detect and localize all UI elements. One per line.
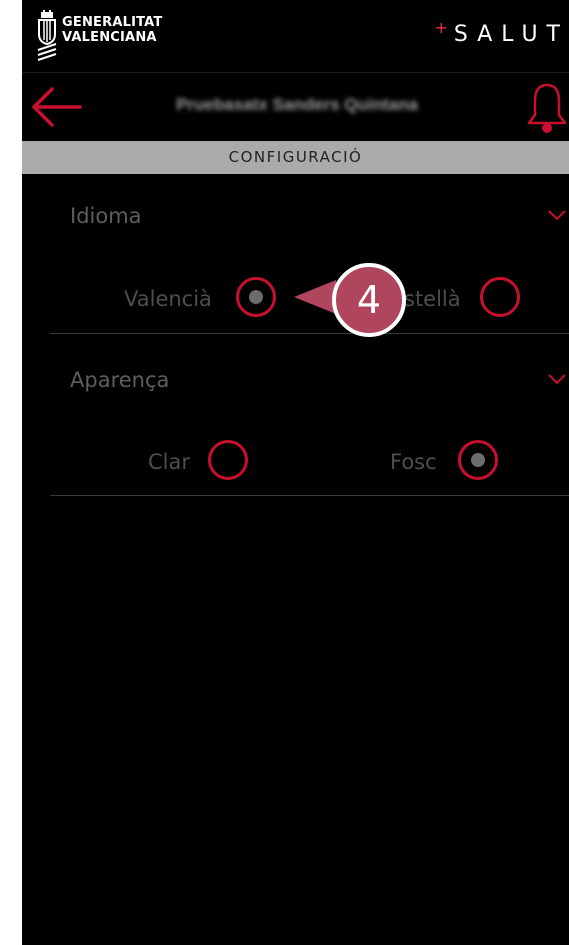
radio-button-selected[interactable] xyxy=(458,440,498,480)
radio-button[interactable] xyxy=(480,277,520,317)
radio-option-spanish[interactable]: stellà xyxy=(402,277,552,325)
bell-icon xyxy=(527,83,567,133)
option-label: stellà xyxy=(404,287,461,311)
app-logo-plus: + xyxy=(434,18,448,37)
step-callout: 4 xyxy=(294,250,406,350)
radio-selected-dot xyxy=(249,290,263,304)
gva-coat-of-arms-icon xyxy=(37,10,57,61)
org-name-line1: GENERALITAT xyxy=(62,15,163,30)
back-button[interactable] xyxy=(28,83,84,131)
radio-selected-dot xyxy=(471,453,485,467)
appearance-title: Aparença xyxy=(70,368,170,392)
language-title: Idioma xyxy=(70,204,142,228)
radio-option-valencian[interactable]: Valencià xyxy=(122,277,282,325)
radio-button[interactable] xyxy=(208,440,248,480)
option-label: Fosc xyxy=(390,450,437,474)
option-label: Clar xyxy=(148,450,190,474)
chevron-down-icon xyxy=(548,374,566,385)
radio-option-light[interactable]: Clar xyxy=(142,440,262,488)
option-label: Valencià xyxy=(124,287,212,311)
appearance-group-header[interactable]: Aparença xyxy=(50,362,569,402)
language-group-header[interactable]: Idioma xyxy=(50,198,569,238)
radio-button-selected[interactable] xyxy=(236,277,276,317)
chevron-down-icon xyxy=(548,210,566,221)
brand-bar: GENERALITAT VALENCIANA + SALUT xyxy=(22,0,569,73)
divider xyxy=(50,495,569,496)
app-logo-text: SALUT xyxy=(453,22,569,47)
org-name-line2: VALENCIANA xyxy=(62,30,157,45)
nav-header: Pruebasatx Sanders Quintana xyxy=(22,73,569,141)
notifications-button[interactable] xyxy=(525,79,569,137)
radio-option-dark[interactable]: Fosc xyxy=(388,440,518,488)
app-logo: + SALUT xyxy=(434,18,569,47)
section-title: CONFIGURACIÓ xyxy=(22,141,569,174)
user-name: Pruebasatx Sanders Quintana xyxy=(176,95,418,114)
step-number: 4 xyxy=(356,278,382,322)
org-name: GENERALITAT VALENCIANA xyxy=(62,15,162,45)
app-screen: GENERALITAT VALENCIANA + SALUT Pruebasatx… xyxy=(22,0,569,945)
arrow-left-icon xyxy=(32,87,82,127)
